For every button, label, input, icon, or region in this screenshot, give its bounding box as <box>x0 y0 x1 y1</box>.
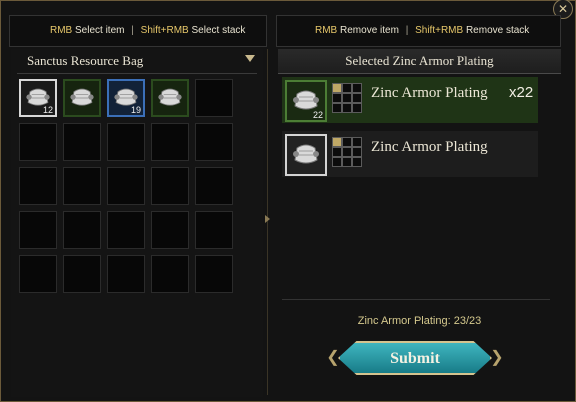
selected-title: Selected Zinc Armor Plating <box>345 53 494 68</box>
progress-text: Zinc Armor Plating: 23/23 <box>357 315 482 327</box>
bag-slot[interactable] <box>63 123 101 161</box>
bag-slot[interactable] <box>19 167 57 205</box>
bag-slot[interactable] <box>151 79 189 117</box>
bag-slot[interactable] <box>195 211 233 249</box>
bag-slot[interactable] <box>19 123 57 161</box>
bag-slot[interactable] <box>107 255 145 293</box>
divider-line <box>282 299 550 300</box>
bag-slot[interactable] <box>63 79 101 117</box>
item-shape-grid <box>332 83 362 113</box>
bag-slot[interactable] <box>107 167 145 205</box>
bag-panel: Sanctus Resource Bag 12 19 <box>11 49 263 397</box>
submit-label: Submit <box>390 350 440 367</box>
hint-key-rmb: RMB <box>315 25 338 36</box>
item-shape-grid <box>332 137 362 167</box>
hint-text: Select item <box>75 25 125 36</box>
hint-separator: | <box>131 25 134 36</box>
bag-slot[interactable] <box>63 255 101 293</box>
bag-slot[interactable] <box>63 167 101 205</box>
armor-plating-icon[interactable] <box>285 134 327 176</box>
bag-slot[interactable] <box>151 255 189 293</box>
bag-slot[interactable]: 12 <box>19 79 57 117</box>
panel-divider <box>267 49 268 395</box>
armor-plating-icon <box>158 88 182 106</box>
selected-header: Selected Zinc Armor Plating <box>278 49 561 74</box>
item-count: 19 <box>130 105 141 115</box>
bag-slot[interactable] <box>195 123 233 161</box>
hint-text: Remove stack <box>465 25 530 36</box>
armor-plating-icon[interactable]: 22 <box>285 80 327 122</box>
bag-selector[interactable]: Sanctus Resource Bag <box>17 49 257 74</box>
bag-slot[interactable] <box>151 211 189 249</box>
hint-key-shift-rmb: Shift+RMB <box>415 25 464 36</box>
selected-panel: Selected Zinc Armor Plating 22 Zinc Armo… <box>278 49 561 397</box>
bag-slot[interactable] <box>107 211 145 249</box>
submit-button-frame: ❮ Submit ❯ <box>324 341 506 375</box>
bag-slot[interactable] <box>195 167 233 205</box>
bag-slot[interactable]: 19 <box>107 79 145 117</box>
bag-slot[interactable] <box>195 79 233 117</box>
hint-separator: | <box>405 25 409 36</box>
ornament-right-icon: ❯ <box>490 349 504 366</box>
armor-plating-graphic <box>293 144 319 164</box>
selected-item-name: Zinc Armor Plating <box>371 139 488 155</box>
selected-item-quantity: x22 <box>509 84 534 101</box>
bag-slot[interactable] <box>63 211 101 249</box>
chevron-down-icon[interactable] <box>245 55 255 62</box>
item-count: 22 <box>312 110 323 120</box>
submit-button[interactable]: Submit <box>338 341 492 375</box>
bag-slot[interactable] <box>151 123 189 161</box>
hint-key-shift-rmb: Shift+RMB <box>140 25 189 36</box>
bag-slot[interactable] <box>19 211 57 249</box>
bag-slot[interactable] <box>107 123 145 161</box>
bag-slot[interactable] <box>195 255 233 293</box>
hint-text: Remove item <box>340 25 399 36</box>
bag-title: Sanctus Resource Bag <box>27 53 144 68</box>
item-count: 12 <box>42 105 53 115</box>
selected-item-name: Zinc Armor Plating <box>371 85 488 101</box>
armor-plating-icon <box>70 88 94 106</box>
bag-slot[interactable] <box>151 167 189 205</box>
hint-key-rmb: RMB <box>50 25 73 36</box>
selected-row[interactable]: Zinc Armor Plating <box>282 131 538 177</box>
selected-row[interactable]: 22 Zinc Armor Plating x22 <box>282 77 538 123</box>
resource-bag-window: ✕ RMB Select item | Shift+RMB Select sta… <box>0 0 576 402</box>
select-hint-bar: RMB Select item | Shift+RMB Select stack <box>9 15 267 47</box>
hint-text: Select stack <box>191 25 246 36</box>
bag-slot[interactable] <box>19 255 57 293</box>
remove-hint-bar: RMB Remove item | Shift+RMB Remove stack <box>276 15 561 47</box>
